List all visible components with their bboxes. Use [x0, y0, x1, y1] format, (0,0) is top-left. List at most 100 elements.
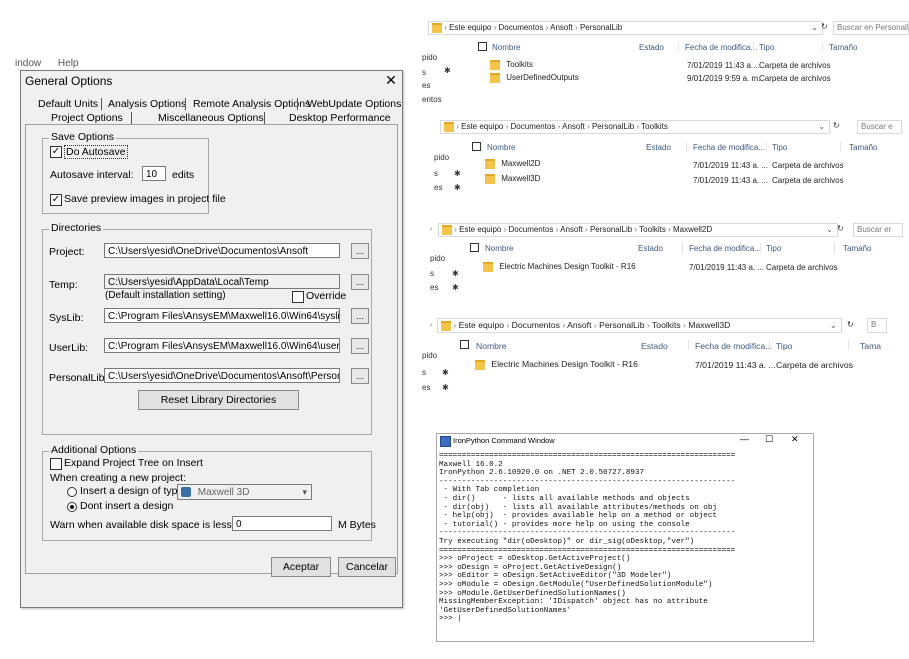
chevron-down-icon[interactable]: ⌄	[826, 224, 833, 236]
personallib-dir-input[interactable]: C:\Users\yesid\OneDrive\Documentos\Ansof…	[104, 368, 340, 383]
quick-access-item[interactable]: pido	[422, 351, 437, 360]
maximize-icon[interactable]: ☐	[765, 434, 773, 445]
column-fecha[interactable]: Fecha de modifica...	[689, 244, 761, 253]
column-nombre[interactable]: Nombre	[492, 43, 520, 52]
address-bar[interactable]: › Este equipo › Documentos › Ansoft › Pe…	[437, 318, 842, 333]
select-all-checkbox[interactable]	[478, 42, 487, 51]
breadcrumb-maxwell2d[interactable]: Maxwell2D	[673, 225, 712, 234]
column-tamano[interactable]: Tama	[860, 341, 881, 351]
breadcrumb-este-equipo[interactable]: Este equipo	[459, 225, 501, 234]
tab-webupdate-options[interactable]: WebUpdate Options	[307, 98, 401, 110]
list-item[interactable]: Toolkits	[490, 60, 533, 70]
close-icon[interactable]: ✕	[383, 72, 399, 88]
userlib-dir-input[interactable]: C:\Program Files\AnsysEM\Maxwell16.0\Win…	[104, 338, 340, 353]
menu-window[interactable]: indow	[15, 58, 41, 69]
list-item[interactable]: Electric Machines Design Toolkit - R16	[475, 359, 638, 370]
cancel-button[interactable]: Cancelar	[338, 557, 396, 577]
breadcrumb-toolkits[interactable]: Toolkits	[639, 225, 666, 234]
warn-disk-space-input[interactable]: 0	[232, 516, 332, 531]
personallib-dir-browse-button[interactable]: ...	[351, 368, 369, 384]
quick-access-item[interactable]: s	[430, 269, 434, 278]
ok-button[interactable]: Aceptar	[271, 557, 331, 577]
close-icon[interactable]: ✕	[791, 434, 799, 445]
tab-remote-analysis-options[interactable]: Remote Analysis Options	[193, 98, 310, 110]
quick-access-item[interactable]: pido	[422, 53, 437, 62]
column-tamano[interactable]: Tamaño	[829, 43, 857, 52]
chevron-down-icon[interactable]: ⌄	[811, 22, 818, 34]
list-item[interactable]: Electric Machines Design Toolkit - R16	[483, 262, 636, 272]
quick-access-item[interactable]: es	[422, 81, 430, 90]
override-checkbox[interactable]	[292, 291, 304, 303]
tab-analysis-options[interactable]: Analysis Options	[108, 98, 186, 110]
column-tipo[interactable]: Tipo	[776, 341, 792, 351]
search-input[interactable]: B	[867, 318, 887, 333]
save-preview-checkbox[interactable]: ✓	[50, 194, 62, 206]
column-fecha[interactable]: Fecha de modifica...	[685, 43, 757, 52]
refresh-icon[interactable]: ↻	[821, 22, 828, 31]
temp-dir-input[interactable]: C:\Users\yesid\AppData\Local\Temp	[104, 274, 340, 289]
breadcrumb-documentos[interactable]: Documentos	[509, 225, 554, 234]
breadcrumb-ansoft[interactable]: Ansoft	[560, 225, 583, 234]
breadcrumb-toolkits[interactable]: Toolkits	[652, 320, 681, 330]
userlib-dir-browse-button[interactable]: ...	[351, 338, 369, 354]
breadcrumb-documentos[interactable]: Documentos	[499, 23, 544, 32]
tab-project-options[interactable]: Project Options	[51, 112, 123, 124]
quick-access-item[interactable]: s	[422, 68, 426, 77]
address-bar[interactable]: › Este equipo › Documentos › Ansoft › Pe…	[438, 223, 838, 237]
refresh-icon[interactable]: ↻	[847, 320, 854, 329]
menu-help[interactable]: Help	[58, 58, 79, 69]
breadcrumb-personallib[interactable]: PersonalLib	[599, 320, 644, 330]
do-autosave-checkbox[interactable]: ✓	[50, 146, 62, 158]
quick-access-item[interactable]: pido	[430, 254, 445, 263]
breadcrumb-personallib[interactable]: PersonalLib	[580, 23, 622, 32]
column-nombre[interactable]: Nombre	[476, 341, 507, 351]
collapse-icon[interactable]: ‹	[430, 320, 433, 329]
search-input[interactable]: Buscar en PersonalLib	[833, 21, 909, 35]
chevron-down-icon[interactable]: ⌄	[818, 121, 825, 133]
select-all-checkbox[interactable]	[460, 340, 469, 349]
column-estado[interactable]: Estado	[638, 244, 663, 253]
breadcrumb-ansoft[interactable]: Ansoft	[562, 122, 585, 131]
quick-access-item[interactable]: entos	[422, 95, 442, 104]
design-type-select[interactable]: Maxwell 3D ▾	[177, 484, 312, 500]
column-tamano[interactable]: Tamaño	[843, 244, 871, 253]
search-input[interactable]: Buscar e	[857, 120, 902, 134]
breadcrumb-personallib[interactable]: PersonalLib	[590, 225, 632, 234]
breadcrumb-documentos[interactable]: Documentos	[511, 122, 556, 131]
breadcrumb-toolkits[interactable]: Toolkits	[641, 122, 668, 131]
column-tipo[interactable]: Tipo	[772, 143, 787, 152]
tab-desktop-performance[interactable]: Desktop Performance	[289, 112, 391, 124]
breadcrumb-documentos[interactable]: Documentos	[512, 320, 560, 330]
syslib-dir-browse-button[interactable]: ...	[351, 308, 369, 324]
quick-access-item[interactable]: es	[422, 383, 430, 392]
collapse-icon[interactable]: ‹	[430, 224, 433, 233]
column-tipo[interactable]: Tipo	[759, 43, 774, 52]
refresh-icon[interactable]: ↻	[837, 224, 844, 233]
breadcrumb-personallib[interactable]: PersonalLib	[592, 122, 634, 131]
column-fecha[interactable]: Fecha de modifica...	[695, 341, 772, 351]
column-fecha[interactable]: Fecha de modifica...	[693, 143, 765, 152]
breadcrumb-este-equipo[interactable]: Este equipo	[449, 23, 491, 32]
tab-default-units[interactable]: Default Units	[38, 98, 98, 110]
list-item[interactable]: UserDefinedOutputs	[490, 73, 579, 83]
minimize-icon[interactable]: —	[740, 434, 749, 444]
list-item[interactable]: Maxwell3D	[485, 174, 540, 184]
column-tipo[interactable]: Tipo	[766, 244, 781, 253]
breadcrumb-ansoft[interactable]: Ansoft	[567, 320, 591, 330]
quick-access-item[interactable]: es	[430, 283, 438, 292]
breadcrumb-maxwell3d[interactable]: Maxwell3D	[688, 320, 730, 330]
project-dir-input[interactable]: C:\Users\yesid\OneDrive\Documentos\Ansof…	[104, 243, 340, 258]
reset-library-directories-button[interactable]: Reset Library Directories	[138, 390, 299, 410]
column-estado[interactable]: Estado	[641, 341, 668, 351]
address-bar[interactable]: › Este equipo › Documentos › Ansoft › Pe…	[428, 21, 823, 35]
list-item[interactable]: Maxwell2D	[485, 159, 540, 169]
temp-dir-browse-button[interactable]: ...	[351, 274, 369, 290]
tab-miscellaneous-options[interactable]: Miscellaneous Options	[158, 112, 264, 124]
column-estado[interactable]: Estado	[639, 43, 664, 52]
column-nombre[interactable]: Nombre	[487, 143, 515, 152]
insert-design-radio[interactable]	[67, 487, 77, 497]
quick-access-item[interactable]: s	[422, 368, 426, 377]
search-input[interactable]: Buscar er	[853, 223, 903, 237]
column-tamano[interactable]: Tamaño	[849, 143, 877, 152]
dont-insert-design-radio[interactable]	[67, 502, 77, 512]
